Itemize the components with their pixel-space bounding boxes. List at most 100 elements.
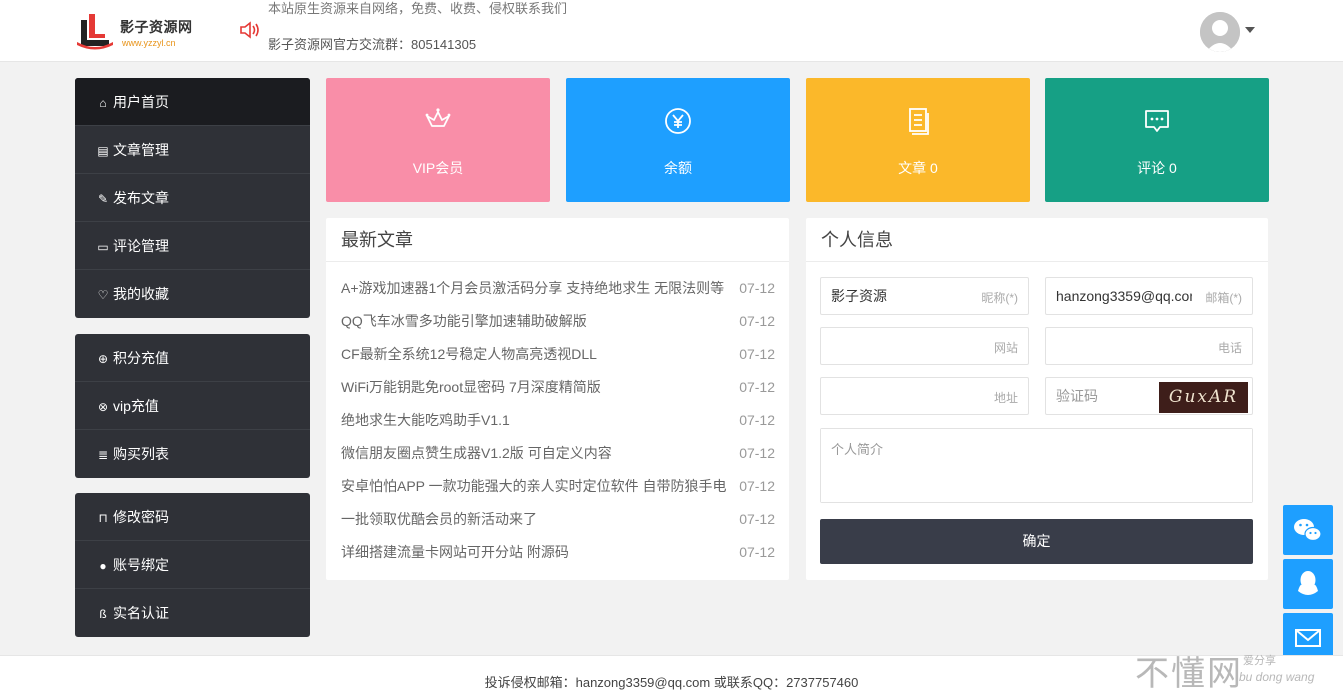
- captcha-image[interactable]: GuxAR: [1159, 382, 1248, 413]
- wechat-icon: [1294, 519, 1322, 542]
- article-date: 07-12: [739, 280, 775, 296]
- yen-icon: [665, 108, 691, 134]
- user-avatar-icon: [1200, 12, 1240, 52]
- website-input[interactable]: [821, 328, 1028, 364]
- list-item[interactable]: 详细搭建流量卡网站可开分站 附源码 07-12: [326, 536, 789, 569]
- sidebar-item-label: 账号绑定: [113, 557, 169, 573]
- stat-card-balance[interactable]: 余额: [566, 78, 790, 202]
- pen-icon: ✎: [97, 192, 109, 206]
- stat-label: 余额: [664, 160, 692, 176]
- panel-title: 个人信息: [806, 218, 1268, 262]
- stat-label: 文章 0: [898, 160, 938, 176]
- sidebar-item-points-recharge[interactable]: ⊕ 积分充值: [75, 334, 310, 382]
- article-title: CF最新全系统12号稳定人物高亮透视DLL: [341, 346, 597, 362]
- site-logo[interactable]: 影子资源网 www.yzzyl.cn: [75, 12, 195, 52]
- comment-icon: ▭: [97, 240, 109, 254]
- watermark-tagline: 爱分享: [1243, 655, 1276, 667]
- article-date: 07-12: [739, 379, 775, 395]
- sidebar-item-label: 修改密码: [113, 509, 169, 525]
- bio-field[interactable]: [820, 428, 1253, 503]
- list-item[interactable]: 微信朋友圈点赞生成器V1.2版 可自定义内容 07-12: [326, 437, 789, 470]
- sidebar-group-finance: ⊕ 积分充值 ⊗ vip充值 ≣ 购买列表: [75, 334, 310, 478]
- sidebar-group-security: ⊓ 修改密码 ● 账号绑定 ß 实名认证: [75, 493, 310, 637]
- list-item[interactable]: 绝地求生大能吃鸡助手V1.1 07-12: [326, 404, 789, 437]
- article-date: 07-12: [739, 511, 775, 527]
- phone-field[interactable]: 电话: [1045, 327, 1253, 365]
- sidebar-item-publish[interactable]: ✎ 发布文章: [75, 174, 310, 222]
- sidebar-item-home[interactable]: ⌂ 用户首页: [75, 78, 310, 126]
- sidebar-item-label: 我的收藏: [113, 286, 169, 302]
- top-header: 影子资源网 www.yzzyl.cn 本站原生资源来自网络，免费、收费、侵权联系…: [0, 0, 1343, 62]
- bio-textarea[interactable]: [821, 429, 1252, 502]
- vip-icon: ⊗: [97, 400, 109, 414]
- article-title: 详细搭建流量卡网站可开分站 附源码: [341, 544, 569, 560]
- article-date: 07-12: [739, 478, 775, 494]
- stat-card-articles[interactable]: 文章 0: [806, 78, 1030, 202]
- heart-icon: ♡: [97, 288, 109, 302]
- list-icon: ≣: [97, 448, 109, 462]
- sidebar-item-articles[interactable]: ▤ 文章管理: [75, 126, 310, 174]
- volume-icon: [240, 21, 259, 39]
- sidebar-item-label: 用户首页: [113, 94, 169, 110]
- email-input[interactable]: [1046, 278, 1252, 314]
- submit-button[interactable]: 确定: [820, 519, 1253, 564]
- watermark-pinyin: bu dong wang: [1239, 670, 1315, 684]
- panel-title: 最新文章: [326, 218, 789, 262]
- logo-subtitle: www.yzzyl.cn: [122, 38, 176, 48]
- article-title: WiFi万能钥匙免root显密码 7月深度精简版: [341, 379, 601, 395]
- list-item[interactable]: 安卓怕怕APP 一款功能强大的亲人实时定位软件 自带防狼手电 07-12: [326, 470, 789, 503]
- sidebar-item-vip-recharge[interactable]: ⊗ vip充值: [75, 382, 310, 430]
- website-field[interactable]: 网站: [820, 327, 1029, 365]
- sidebar-item-purchases[interactable]: ≣ 购买列表: [75, 430, 310, 478]
- phone-input[interactable]: [1046, 328, 1252, 364]
- nickname-field[interactable]: 昵称(*): [820, 277, 1029, 315]
- sidebar-item-account-binding[interactable]: ● 账号绑定: [75, 541, 310, 589]
- crown-icon: [425, 108, 451, 127]
- notice-line: 影子资源网官方交流群：805141305: [268, 37, 477, 52]
- sidebar-item-label: 实名认证: [113, 605, 169, 621]
- article-list: A+游戏加速器1个月会员激活码分享 支持绝地求生 无限法则等 07-12 QQ飞车…: [326, 262, 789, 569]
- points-icon: ⊕: [97, 352, 109, 366]
- list-item[interactable]: A+游戏加速器1个月会员激活码分享 支持绝地求生 无限法则等 07-12: [326, 272, 789, 305]
- home-icon: ⌂: [99, 96, 107, 110]
- list-item[interactable]: QQ飞车冰雪多功能引擎加速辅助破解版 07-12: [326, 305, 789, 338]
- notice-ticker: 本站原生资源来自网络，免费、收费、侵权联系我们 影子资源网官方交流群：80514…: [268, 0, 688, 62]
- sidebar-item-label: vip充值: [113, 398, 159, 414]
- nickname-input[interactable]: [821, 278, 1028, 314]
- article-title: QQ飞车冰雪多功能引擎加速辅助破解版: [341, 313, 587, 329]
- list-item[interactable]: CF最新全系统12号稳定人物高亮透视DLL 07-12: [326, 338, 789, 371]
- lock-icon: ⊓: [98, 511, 108, 525]
- sidebar-item-label: 购买列表: [113, 446, 169, 462]
- article-title: 微信朋友圈点赞生成器V1.2版 可自定义内容: [341, 445, 612, 461]
- stat-card-comments[interactable]: 评论 0: [1045, 78, 1269, 202]
- sidebar-item-label: 评论管理: [113, 238, 169, 254]
- article-icon: [909, 108, 929, 135]
- sidebar-item-verification[interactable]: ß 实名认证: [75, 589, 310, 637]
- doc-icon: ▤: [97, 144, 109, 158]
- article-title: 安卓怕怕APP 一款功能强大的亲人实时定位软件 自带防狼手电: [341, 478, 727, 494]
- latest-articles-panel: 最新文章 A+游戏加速器1个月会员激活码分享 支持绝地求生 无限法则等 07-12…: [326, 218, 789, 580]
- article-date: 07-12: [739, 412, 775, 428]
- address-field[interactable]: 地址: [820, 377, 1029, 415]
- article-date: 07-12: [739, 445, 775, 461]
- avatar[interactable]: [1200, 12, 1240, 52]
- watermark: 不懂网 爱分享 bu dong wang: [1135, 644, 1340, 696]
- sidebar-item-change-password[interactable]: ⊓ 修改密码: [75, 493, 310, 541]
- list-item[interactable]: WiFi万能钥匙免root显密码 7月深度精简版 07-12: [326, 371, 789, 404]
- sidebar-group-account: ⌂ 用户首页 ▤ 文章管理 ✎ 发布文章 ▭ 评论管理 ♡ 我的收藏: [75, 78, 310, 318]
- stat-card-vip[interactable]: VIP会员: [326, 78, 550, 202]
- sidebar-item-comments[interactable]: ▭ 评论管理: [75, 222, 310, 270]
- qq-contact-button[interactable]: [1283, 559, 1333, 609]
- notice-line: 本站原生资源来自网络，免费、收费、侵权联系我们: [268, 1, 568, 16]
- qq-icon: [1298, 571, 1318, 595]
- chat-icon: [1145, 110, 1169, 132]
- wechat-button[interactable]: [1283, 505, 1333, 555]
- article-title: 一批领取优酷会员的新活动来了: [341, 511, 537, 527]
- stat-label: 评论 0: [1137, 160, 1177, 176]
- email-field[interactable]: 邮箱(*): [1045, 277, 1253, 315]
- article-title: A+游戏加速器1个月会员激活码分享 支持绝地求生 无限法则等: [341, 280, 725, 296]
- chevron-down-icon[interactable]: [1245, 27, 1255, 33]
- address-input[interactable]: [821, 378, 1028, 414]
- list-item[interactable]: 一批领取优酷会员的新活动来了 07-12: [326, 503, 789, 536]
- sidebar-item-favorites[interactable]: ♡ 我的收藏: [75, 270, 310, 318]
